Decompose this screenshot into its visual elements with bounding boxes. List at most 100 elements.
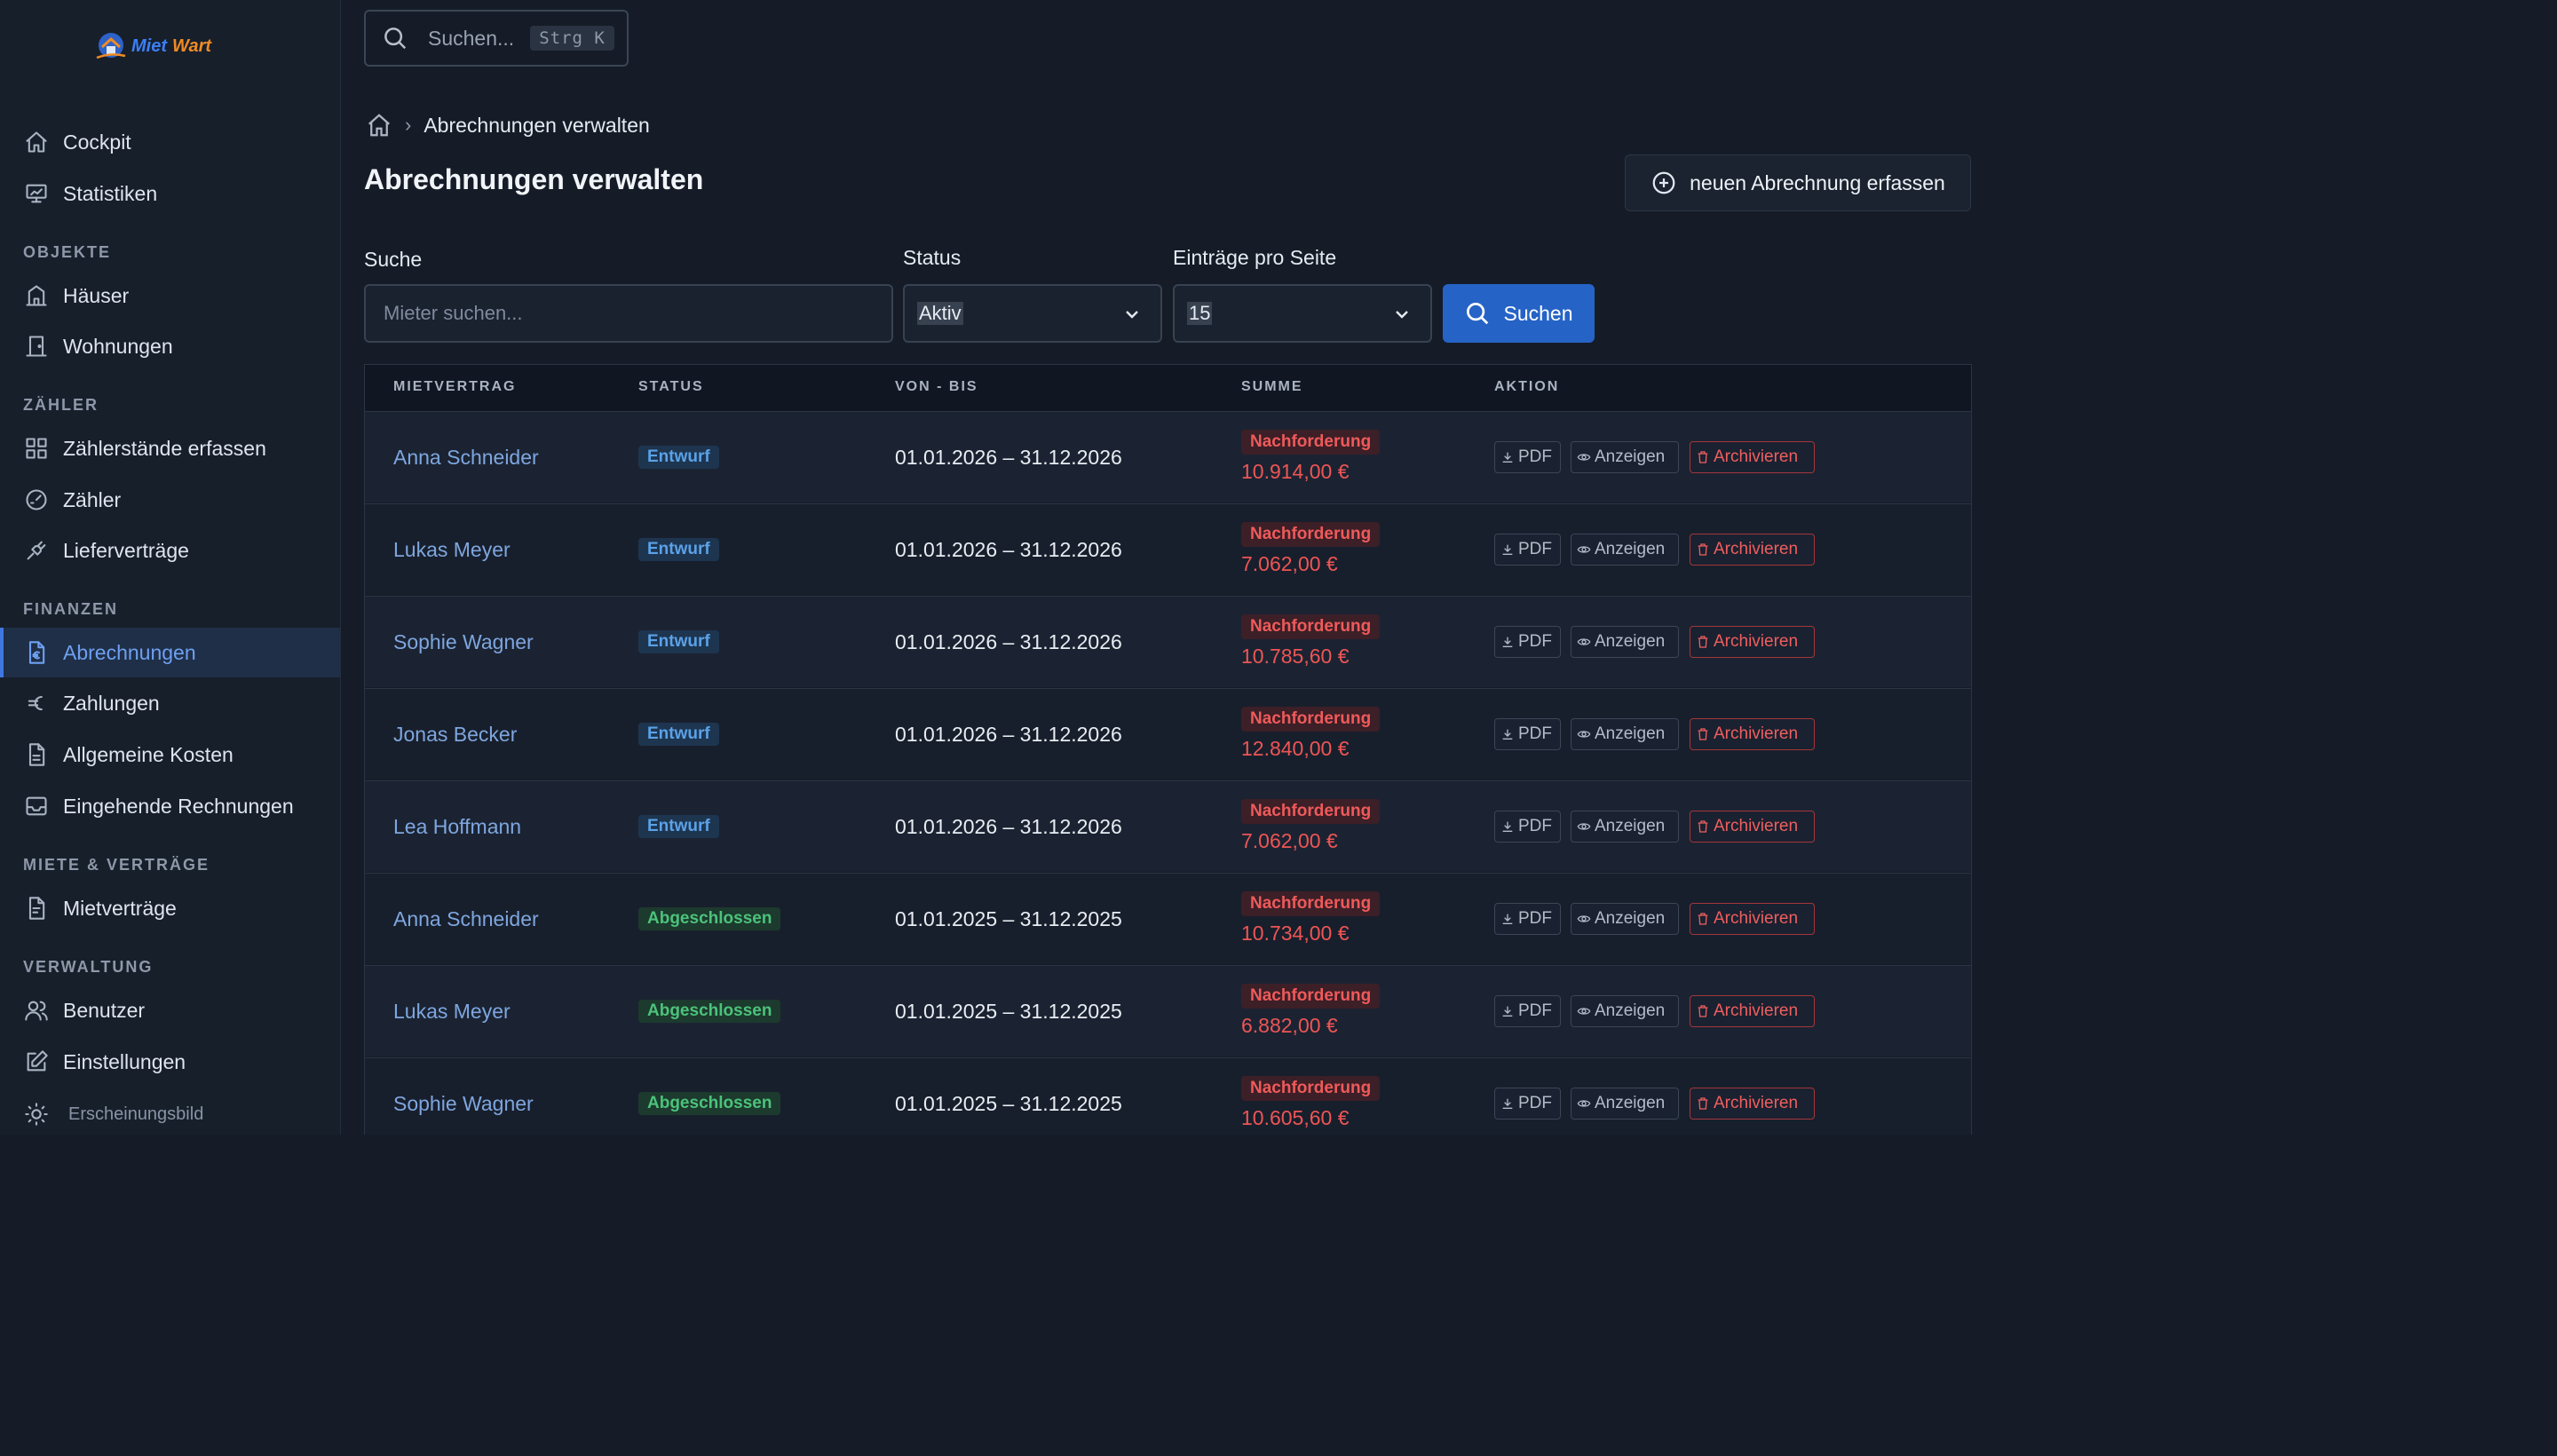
euro-document-icon: [23, 639, 50, 666]
archive-button[interactable]: Archivieren: [1690, 718, 1815, 750]
pdf-button[interactable]: PDF: [1494, 718, 1561, 750]
app-logo[interactable]: Miet Wart: [94, 23, 211, 69]
archive-button[interactable]: Archivieren: [1690, 1088, 1815, 1120]
pdf-button[interactable]: PDF: [1494, 534, 1561, 566]
column-header-aktion: AKTION: [1494, 379, 1560, 394]
sum-amount: 10.605,60 €: [1241, 1106, 1350, 1129]
logo-house-icon: [94, 29, 128, 63]
sidebar-item-zahlungen[interactable]: Zahlungen: [0, 678, 340, 728]
tenant-link[interactable]: Lea Hoffmann: [393, 815, 521, 839]
table-row: Jonas Becker Entwurf 01.01.2026 – 31.12.…: [365, 688, 1971, 779]
door-icon: [23, 333, 50, 360]
view-button[interactable]: Anzeigen: [1571, 995, 1679, 1027]
sidebar-item-einstellungen[interactable]: Einstellungen: [0, 1037, 340, 1087]
sidebar-item-allgemeine-kosten[interactable]: Allgemeine Kosten: [0, 730, 340, 779]
view-button[interactable]: Anzeigen: [1571, 626, 1679, 658]
view-button[interactable]: Anzeigen: [1571, 534, 1679, 566]
sidebar-item-erscheinungsbild[interactable]: Erscheinungsbild: [0, 1088, 340, 1135]
search-button[interactable]: Suchen: [1443, 284, 1595, 343]
archive-button[interactable]: Archivieren: [1690, 441, 1815, 473]
sum-amount: 10.734,00 €: [1241, 922, 1350, 945]
pdf-button[interactable]: PDF: [1494, 811, 1561, 843]
status-badge: Entwurf: [638, 723, 719, 746]
tenant-link[interactable]: Sophie Wagner: [393, 1092, 534, 1116]
pdf-button-label: PDF: [1518, 447, 1552, 466]
status-select[interactable]: Aktiv: [903, 284, 1162, 343]
pdf-button[interactable]: PDF: [1494, 1088, 1561, 1120]
view-button[interactable]: Anzeigen: [1571, 811, 1679, 843]
sidebar-item-wohnungen[interactable]: Wohnungen: [0, 321, 340, 371]
sum-amount: 12.840,00 €: [1241, 737, 1350, 760]
global-search[interactable]: Suchen... Strg K: [364, 10, 629, 67]
new-billing-button[interactable]: neuen Abrechnung erfassen: [1625, 154, 1971, 211]
sidebar-item-liefervertraege[interactable]: Lieferverträge: [0, 526, 340, 575]
sum-amount: 7.062,00 €: [1241, 552, 1338, 575]
tenant-link[interactable]: Jonas Becker: [393, 723, 517, 747]
period-cell: 01.01.2025 – 31.12.2025: [895, 1000, 1122, 1023]
sidebar-item-label: Häuser: [63, 283, 130, 307]
sidebar-item-abrechnungen[interactable]: Abrechnungen: [0, 628, 340, 677]
sidebar-item-statistiken[interactable]: Statistiken: [0, 169, 340, 218]
trash-icon: [1698, 1097, 1708, 1110]
search-filter-label: Suche: [364, 248, 423, 271]
trash-icon: [1698, 913, 1708, 925]
pdf-button[interactable]: PDF: [1494, 995, 1561, 1027]
view-button[interactable]: Anzeigen: [1571, 1088, 1679, 1120]
view-button-label: Anzeigen: [1595, 909, 1666, 928]
sidebar-item-zaehler[interactable]: Zähler: [0, 475, 340, 525]
tenant-link[interactable]: Anna Schneider: [393, 446, 539, 470]
tenant-link[interactable]: Sophie Wagner: [393, 630, 534, 654]
sidebar-item-benutzer[interactable]: Benutzer: [0, 985, 340, 1035]
pdf-button[interactable]: PDF: [1494, 903, 1561, 935]
pdf-button-label: PDF: [1518, 909, 1552, 928]
archive-button[interactable]: Archivieren: [1690, 995, 1815, 1027]
search-icon: [384, 28, 407, 50]
grid-icon: [23, 435, 50, 462]
pdf-button[interactable]: PDF: [1494, 626, 1561, 658]
pdf-button-label: PDF: [1518, 632, 1552, 651]
view-button[interactable]: Anzeigen: [1571, 718, 1679, 750]
column-header-mietvertrag: MIETVERTRAG: [393, 379, 517, 394]
tenant-link[interactable]: Lukas Meyer: [393, 1000, 511, 1024]
trash-icon: [1698, 543, 1708, 556]
column-header-von-bis: VON - BIS: [895, 379, 978, 394]
download-icon: [1502, 452, 1513, 463]
archive-button[interactable]: Archivieren: [1690, 626, 1815, 658]
sidebar-item-eingehende-rechnungen[interactable]: Eingehende Rechnungen: [0, 781, 340, 831]
tenant-link[interactable]: Lukas Meyer: [393, 538, 511, 562]
sum-type-badge: Nachforderung: [1241, 522, 1381, 547]
period-cell: 01.01.2026 – 31.12.2026: [895, 538, 1122, 561]
view-button[interactable]: Anzeigen: [1571, 903, 1679, 935]
sidebar-item-zaehlerstaende[interactable]: Zählerstände erfassen: [0, 423, 340, 473]
new-billing-button-label: neuen Abrechnung erfassen: [1690, 170, 1945, 194]
pdf-button[interactable]: PDF: [1494, 441, 1561, 473]
section-label-miete: MIETE & VERTRÄGE: [23, 856, 210, 874]
status-badge: Entwurf: [638, 538, 719, 561]
archive-button[interactable]: Archivieren: [1690, 811, 1815, 843]
view-button-label: Anzeigen: [1595, 817, 1666, 835]
tenant-search-input[interactable]: Mieter suchen...: [364, 284, 893, 343]
column-header-status: STATUS: [638, 379, 704, 394]
archive-button[interactable]: Archivieren: [1690, 534, 1815, 566]
view-button-label: Anzeigen: [1595, 632, 1666, 651]
download-icon: [1502, 1098, 1513, 1109]
sidebar-item-mietvertraege[interactable]: Mietverträge: [0, 883, 340, 933]
plus-circle-icon: [1652, 171, 1675, 194]
breadcrumb: › Abrechnungen verwalten: [366, 112, 650, 138]
section-label-objekte: OBJEKTE: [23, 243, 112, 261]
period-cell: 01.01.2026 – 31.12.2026: [895, 815, 1122, 838]
view-button[interactable]: Anzeigen: [1571, 441, 1679, 473]
table-row: Anna Schneider Abgeschlossen 01.01.2025 …: [365, 873, 1971, 964]
trash-icon: [1698, 451, 1708, 463]
home-icon[interactable]: [366, 112, 392, 138]
sidebar-item-cockpit[interactable]: Cockpit: [0, 117, 340, 167]
archive-button[interactable]: Archivieren: [1690, 903, 1815, 935]
pdf-button-label: PDF: [1518, 1001, 1552, 1020]
download-icon: [1502, 914, 1513, 924]
sum-type-badge: Nachforderung: [1241, 430, 1381, 455]
sidebar-item-haeuser[interactable]: Häuser: [0, 271, 340, 320]
per-page-select[interactable]: 15: [1173, 284, 1432, 343]
plug-icon: [23, 537, 50, 564]
eye-icon: [1577, 731, 1591, 738]
tenant-link[interactable]: Anna Schneider: [393, 907, 539, 931]
